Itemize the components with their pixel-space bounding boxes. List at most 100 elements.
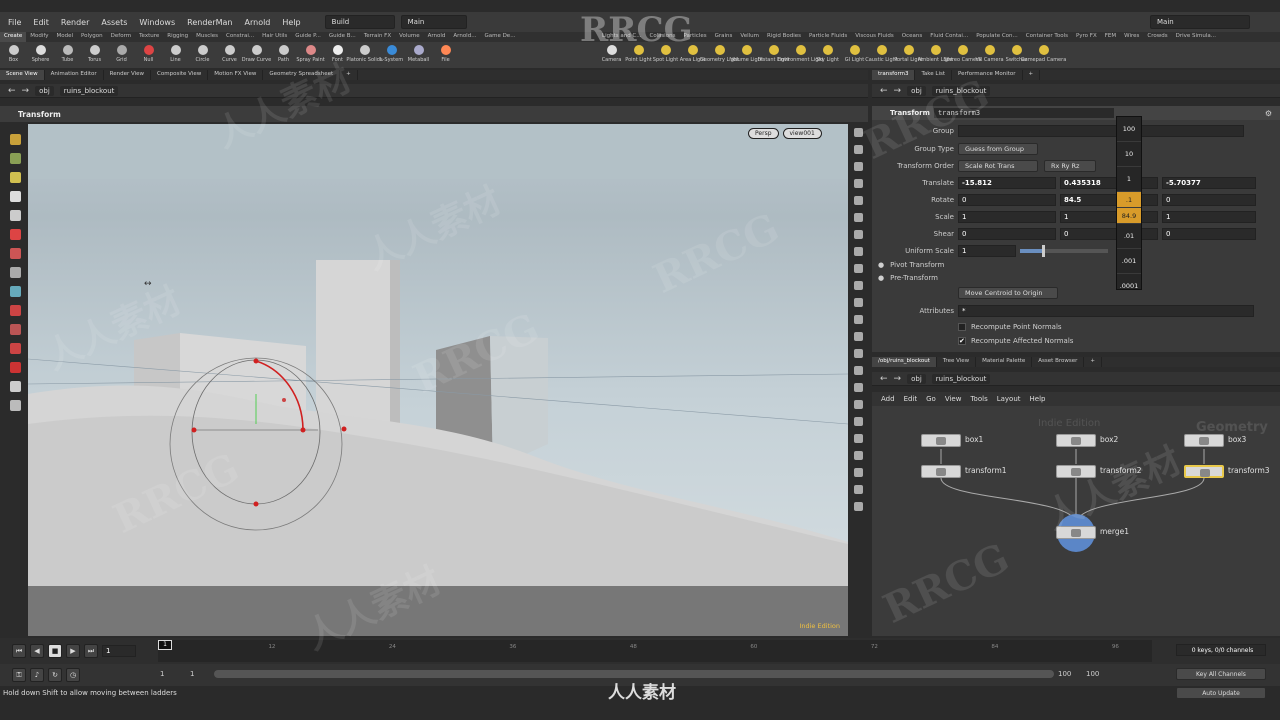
menu-help[interactable]: Help: [282, 18, 300, 27]
shelf-tool-path[interactable]: Path: [270, 42, 297, 68]
shelf-tab-polygon[interactable]: Polygon: [77, 32, 107, 42]
fullscreen-icon[interactable]: [853, 502, 863, 511]
menu-file[interactable]: File: [8, 18, 21, 27]
camera-menu[interactable]: view001: [782, 128, 822, 139]
network-editor[interactable]: Indie Edition Geometry box1 box2 box3 tr…: [872, 406, 1280, 636]
shelf-tab-guide-p[interactable]: Guide P...: [291, 32, 325, 42]
pivot-expand-icon[interactable]: ●: [878, 261, 884, 269]
translate-y[interactable]: 0.435318: [1060, 177, 1158, 189]
shelf-tab-terrain-fx[interactable]: Terrain FX: [360, 32, 395, 42]
render-region-icon[interactable]: [9, 381, 21, 392]
node-box1[interactable]: [921, 434, 961, 447]
ladder-step[interactable]: 10: [1117, 142, 1141, 167]
ladder-step[interactable]: .001: [1117, 249, 1141, 274]
ladder-step[interactable]: 1: [1117, 167, 1141, 192]
shelf-tab-drive-simula[interactable]: Drive Simula...: [1172, 32, 1220, 42]
shelf-tool-area-light[interactable]: Area Light: [679, 42, 706, 68]
lock-camera-icon[interactable]: [853, 162, 863, 171]
scale-y[interactable]: 1: [1060, 211, 1158, 223]
node-transform3[interactable]: [1184, 465, 1224, 478]
shear-x[interactable]: 0: [958, 228, 1056, 240]
render-icon[interactable]: [853, 468, 863, 477]
handle-tool-icon[interactable]: [9, 229, 21, 240]
menu-edit[interactable]: Edit: [33, 18, 49, 27]
handle-knob-left[interactable]: [191, 427, 197, 433]
audio-icon[interactable]: ♪: [30, 668, 44, 682]
shelf-tool-switcher[interactable]: Switcher: [1003, 42, 1030, 68]
forward-arrow-icon[interactable]: →: [22, 86, 30, 96]
rotate-x[interactable]: 0: [958, 194, 1056, 206]
jump-end-button[interactable]: ⏭: [84, 644, 98, 658]
attributes-field[interactable]: *: [958, 305, 1254, 317]
shaded-icon[interactable]: [853, 264, 863, 273]
shelf-tab-fluid-contai[interactable]: Fluid Contai...: [926, 32, 972, 42]
recompute-affected-checkbox[interactable]: ✔: [958, 337, 966, 345]
auto-update-menu[interactable]: Auto Update: [1176, 687, 1266, 699]
key-icon[interactable]: ⚿: [12, 668, 26, 682]
shelf-tab-oceans[interactable]: Oceans: [898, 32, 926, 42]
uniform-scale-slider[interactable]: [1020, 245, 1108, 257]
shelf-tool-stereo-camera[interactable]: Stereo Camera: [944, 42, 981, 68]
tab-performance-monitor[interactable]: Performance Monitor: [952, 70, 1023, 80]
scale-z[interactable]: 1: [1162, 211, 1256, 223]
shelf-tool-line[interactable]: Line: [162, 42, 189, 68]
snapshot-icon[interactable]: [853, 451, 863, 460]
network-back-icon[interactable]: ←: [880, 374, 888, 384]
ladder-step[interactable]: 100: [1117, 117, 1141, 142]
current-frame-field[interactable]: 1: [102, 645, 136, 657]
shelf-tool-file[interactable]: File: [432, 42, 459, 68]
magnet-icon[interactable]: [9, 362, 21, 373]
recompute-point-checkbox[interactable]: [958, 323, 966, 331]
node-transform2[interactable]: [1056, 465, 1096, 478]
tab-asset-browser[interactable]: Asset Browser: [1032, 357, 1085, 367]
camera-icon[interactable]: [853, 400, 863, 409]
shelf-tab-hair-utils[interactable]: Hair Utils: [258, 32, 291, 42]
shelf-tool-draw-curve[interactable]: Draw Curve: [242, 42, 271, 68]
shelf-tab-guide-b[interactable]: Guide B...: [325, 32, 360, 42]
pretransform-label[interactable]: Pre-Transform: [890, 274, 938, 282]
shelf-tool-caustic-light[interactable]: Caustic Light: [865, 42, 898, 68]
scale-x[interactable]: 1: [958, 211, 1056, 223]
guide-icon[interactable]: [853, 349, 863, 358]
point-icon[interactable]: [853, 281, 863, 290]
ladder-step[interactable]: 84.9: [1117, 208, 1141, 224]
shear-y[interactable]: 0: [1060, 228, 1158, 240]
shelf-tab-deform[interactable]: Deform: [107, 32, 135, 42]
shelf-tab-grains[interactable]: Grains: [711, 32, 737, 42]
shelf-tool-platonic-solids[interactable]: Platonic Solids: [346, 42, 383, 68]
range-start[interactable]: 1: [160, 670, 164, 678]
group-type-menu[interactable]: Guess from Group: [958, 143, 1038, 155]
shelf-tab-collisions[interactable]: Collisions: [646, 32, 680, 42]
ladder-step[interactable]: .0001: [1117, 274, 1141, 299]
value-ladder[interactable]: 100 10 1.1 84.9.01.001.0001: [1116, 116, 1142, 299]
wireframe-icon[interactable]: [853, 247, 863, 256]
display-options-icon[interactable]: [853, 128, 863, 137]
network-path-obj[interactable]: obj: [907, 373, 926, 384]
node-merge1[interactable]: [1056, 526, 1096, 539]
tab-geometry-spreadsheet[interactable]: Geometry Spreadsheet: [263, 70, 341, 80]
tab-motion-fx-view[interactable]: Motion FX View: [208, 70, 264, 80]
shelf-tool-point-light[interactable]: Point Light: [625, 42, 652, 68]
shelf-tab-pyro-fx[interactable]: Pyro FX: [1072, 32, 1101, 42]
select-tool-icon[interactable]: [9, 191, 21, 202]
main-select-right[interactable]: Main: [1150, 15, 1250, 29]
menu-assets[interactable]: Assets: [101, 18, 127, 27]
shelf-tab-volume[interactable]: Volume: [395, 32, 423, 42]
shelf-tab-arnold[interactable]: Arnold...: [449, 32, 480, 42]
link-icon[interactable]: [853, 417, 863, 426]
param-path-node[interactable]: ruins_blockout: [931, 85, 991, 96]
shelf-tool-distant-light[interactable]: Distant Light: [757, 42, 790, 68]
move-centroid-button[interactable]: Move Centroid to Origin: [958, 287, 1058, 299]
vector-icon[interactable]: [853, 332, 863, 341]
network-menu-view[interactable]: View: [945, 395, 962, 403]
param-back-icon[interactable]: ←: [880, 86, 888, 96]
handle-knob-bottom[interactable]: [253, 501, 259, 507]
shelf-tool-geometry-light[interactable]: Geometry Light: [700, 42, 739, 68]
rotate-y[interactable]: 84.5: [1060, 194, 1158, 206]
network-path-node[interactable]: ruins_blockout: [931, 373, 991, 384]
shelf-tab-vellum[interactable]: Vellum: [736, 32, 763, 42]
shelf-tab-viscous-fluids[interactable]: Viscous Fluids: [851, 32, 898, 42]
tab-scene-view[interactable]: Scene View: [0, 70, 45, 80]
snap-icon[interactable]: [9, 286, 21, 297]
ghost-icon[interactable]: [853, 145, 863, 154]
